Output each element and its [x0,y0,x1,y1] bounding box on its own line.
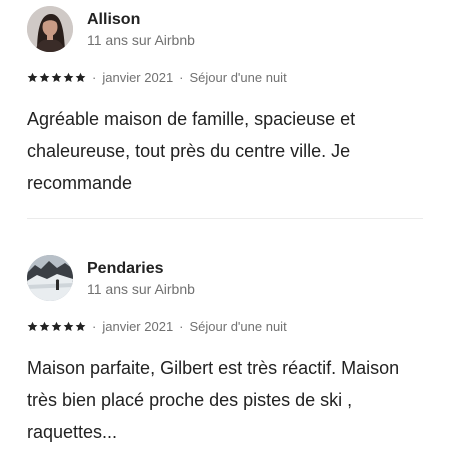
star-icon [39,321,50,331]
review-date: janvier 2021 [102,318,174,334]
star-rating [27,72,86,83]
author-name[interactable]: Pendaries [87,259,195,279]
separator: · [92,318,97,334]
user-info: Allison 11 ans sur Airbnb [87,10,195,49]
star-icon [63,321,74,331]
review-date: janvier 2021 [102,69,174,85]
rating-line: · janvier 2021 · Séjour d'une nuit [27,318,423,334]
star-icon [51,72,62,82]
separator: · [179,318,184,334]
star-icon [63,72,74,82]
stay-type: Séjour d'une nuit [189,318,287,334]
review-header: Pendaries 11 ans sur Airbnb [27,255,423,301]
star-icon [27,321,38,331]
stay-type: Séjour d'une nuit [189,69,287,85]
member-since: 11 ans sur Airbnb [87,280,195,297]
member-since: 11 ans sur Airbnb [87,31,195,48]
review-card: Allison 11 ans sur Airbnb · janvier 2021… [27,6,423,199]
review-comment: Agréable maison de famille, spacieuse et… [27,109,356,193]
star-icon [27,72,38,82]
star-icon [75,321,86,331]
separator: · [179,69,184,85]
avatar[interactable] [27,6,73,52]
star-rating [27,321,86,332]
review-header: Allison 11 ans sur Airbnb [27,6,423,52]
review-comment: Maison parfaite, Gilbert est très réacti… [27,358,400,442]
star-icon [75,72,86,82]
review-card: Pendaries 11 ans sur Airbnb · janvier 20… [27,255,423,448]
divider [27,218,423,219]
user-portrait-icon [27,6,73,52]
star-icon [51,321,62,331]
separator: · [92,69,97,85]
snowy-mountain-photo-icon [27,255,73,301]
star-icon [39,72,50,82]
user-info: Pendaries 11 ans sur Airbnb [87,259,195,298]
rating-line: · janvier 2021 · Séjour d'une nuit [27,69,423,85]
author-name[interactable]: Allison [87,10,195,30]
avatar[interactable] [27,255,73,301]
